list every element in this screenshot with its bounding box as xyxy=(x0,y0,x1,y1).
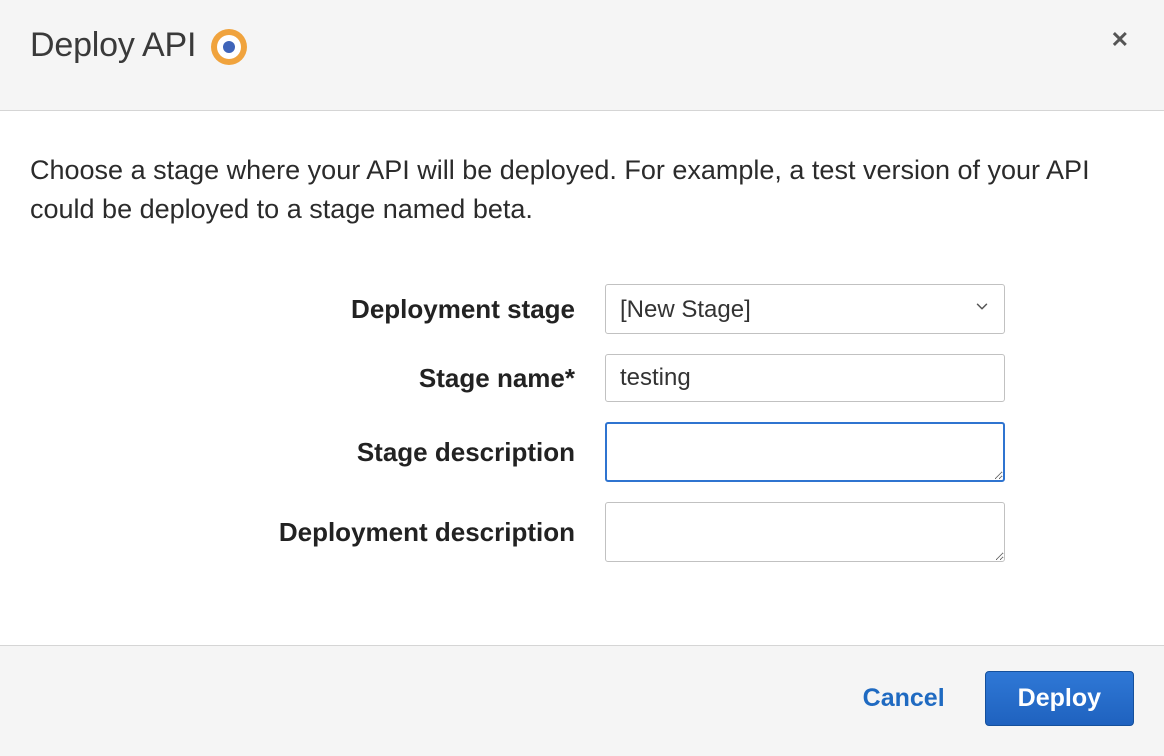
deployment-description-input[interactable] xyxy=(605,502,1005,562)
record-indicator-icon xyxy=(211,29,247,65)
deployment-stage-select-wrap: [New Stage] xyxy=(605,284,1005,334)
dialog-body: Choose a stage where your API will be de… xyxy=(0,111,1164,645)
deployment-stage-select[interactable]: [New Stage] xyxy=(605,284,1005,334)
deploy-api-dialog: Deploy API ✕ Choose a stage where your A… xyxy=(0,0,1164,756)
cancel-button[interactable]: Cancel xyxy=(853,672,955,725)
deploy-form: Deployment stage [New Stage] Stage name*… xyxy=(30,284,1134,562)
close-icon: ✕ xyxy=(1111,27,1129,52)
dialog-helptext: Choose a stage where your API will be de… xyxy=(30,151,1134,229)
dialog-footer: Cancel Deploy xyxy=(0,645,1164,756)
record-indicator-dot xyxy=(223,41,235,53)
deployment-stage-label: Deployment stage xyxy=(30,294,575,325)
close-button[interactable]: ✕ xyxy=(1106,29,1134,51)
dialog-title-wrap: Deploy API xyxy=(30,25,247,65)
record-indicator-ring xyxy=(217,35,241,59)
stage-name-input[interactable] xyxy=(605,354,1005,402)
deploy-button[interactable]: Deploy xyxy=(985,671,1134,726)
stage-description-label: Stage description xyxy=(30,437,575,468)
stage-description-input[interactable] xyxy=(605,422,1005,482)
stage-name-label: Stage name* xyxy=(30,363,575,394)
dialog-title: Deploy API xyxy=(30,26,196,65)
dialog-header: Deploy API ✕ xyxy=(0,0,1164,111)
deployment-description-label: Deployment description xyxy=(30,517,575,548)
